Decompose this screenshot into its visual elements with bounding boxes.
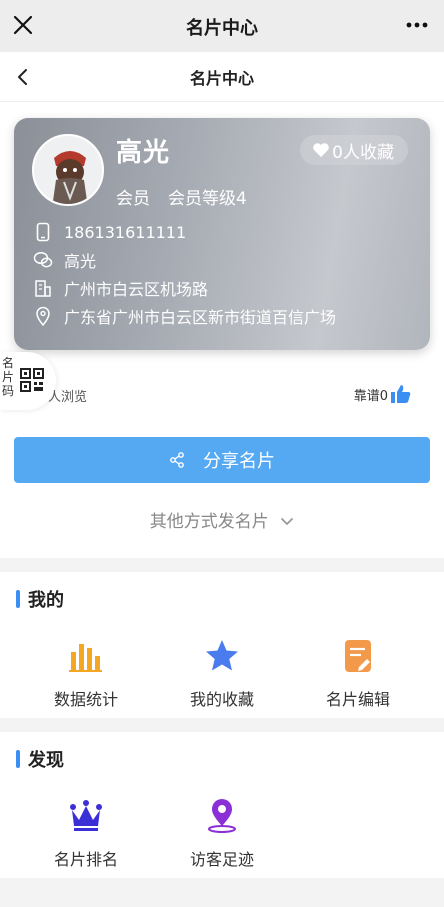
section-marker (16, 750, 20, 768)
discover-title: 发现 (28, 750, 64, 771)
phone-icon (32, 221, 54, 243)
mine-title: 我的 (28, 590, 64, 611)
share-label: 分享名片 (203, 451, 275, 472)
views-count: 人浏览 (48, 390, 88, 405)
mine-header: 我的 (16, 588, 64, 611)
avatar[interactable] (32, 134, 104, 206)
full-address: 广东省广州市白云区新市街道百信广场 (64, 308, 337, 327)
location-pin-icon (208, 799, 236, 833)
data-stats-item[interactable]: 数据统计 (12, 638, 160, 710)
building-icon (32, 277, 54, 299)
favorites-count: 0人收藏 (332, 142, 394, 163)
card-section: 高光 0人收藏 会员 会员等级4 186131611111 高光 广州市白云区机… (0, 102, 444, 558)
phone-number: 186131611111 (64, 222, 187, 242)
share-card-button[interactable]: 分享名片 (14, 437, 430, 483)
edit-card-item[interactable]: 名片编辑 (284, 638, 432, 710)
location-icon (32, 305, 54, 327)
member-level: 会员等级4 (168, 189, 247, 209)
likes-count: 靠谱0 (353, 388, 388, 404)
avatar-image (34, 136, 102, 204)
phone-row[interactable]: 186131611111 (32, 220, 186, 244)
location-row[interactable]: 广东省广州市白云区新市街道百信广场 (32, 304, 336, 328)
edit-card-label: 名片编辑 (325, 690, 390, 709)
likes-counter[interactable]: 靠谱0 (354, 384, 412, 404)
data-stats-label: 数据统计 (53, 690, 118, 709)
chevron-down-icon (281, 518, 294, 526)
other-ways-label: 其他方式发名片 (149, 512, 269, 532)
discover-header: 发现 (16, 748, 64, 771)
more-icon[interactable] (406, 22, 428, 28)
other-send-methods[interactable]: 其他方式发名片 (0, 507, 444, 532)
qr-code-label: 名片码 (2, 356, 15, 398)
card-ranking-label: 名片排名 (53, 850, 118, 869)
qr-code-icon (20, 368, 44, 392)
wechat-icon (32, 249, 54, 271)
page-nav-bar: 名片中心 (0, 52, 444, 102)
my-favorites-label: 我的收藏 (189, 690, 254, 709)
favorites-badge[interactable]: 0人收藏 (300, 135, 408, 165)
wechat-title-bar: 名片中心 (0, 0, 444, 52)
edit-document-icon (345, 640, 371, 672)
visitor-trace-item[interactable]: 访客足迹 (148, 798, 296, 870)
mine-section: 我的 数据统计 我的收藏 名片编辑 (0, 572, 444, 718)
card-ranking-item[interactable]: 名片排名 (12, 798, 160, 870)
window-title: 名片中心 (186, 18, 258, 39)
member-role: 会员 (116, 189, 150, 209)
star-icon (206, 640, 238, 671)
wechat-row[interactable]: 高光 (32, 248, 96, 272)
business-card[interactable]: 高光 0人收藏 会员 会员等级4 186131611111 高光 广州市白云区机… (14, 118, 430, 350)
membership-info: 会员 会员等级4 (116, 184, 247, 209)
bar-chart-icon (69, 644, 102, 672)
wechat-id: 高光 (64, 252, 97, 271)
discover-section: 发现 名片排名 访客足迹 (0, 732, 444, 878)
company-address: 广州市白云区机场路 (64, 280, 209, 299)
heart-icon (313, 143, 329, 157)
thumbs-up-icon[interactable] (390, 384, 412, 404)
section-marker (16, 590, 20, 608)
share-icon (170, 452, 184, 468)
page-title: 名片中心 (189, 69, 254, 88)
my-favorites-item[interactable]: 我的收藏 (148, 638, 296, 710)
company-row[interactable]: 广州市白云区机场路 (32, 276, 208, 300)
visitor-trace-label: 访客足迹 (189, 850, 254, 869)
card-name: 高光 (116, 138, 171, 168)
crown-icon (70, 800, 102, 831)
